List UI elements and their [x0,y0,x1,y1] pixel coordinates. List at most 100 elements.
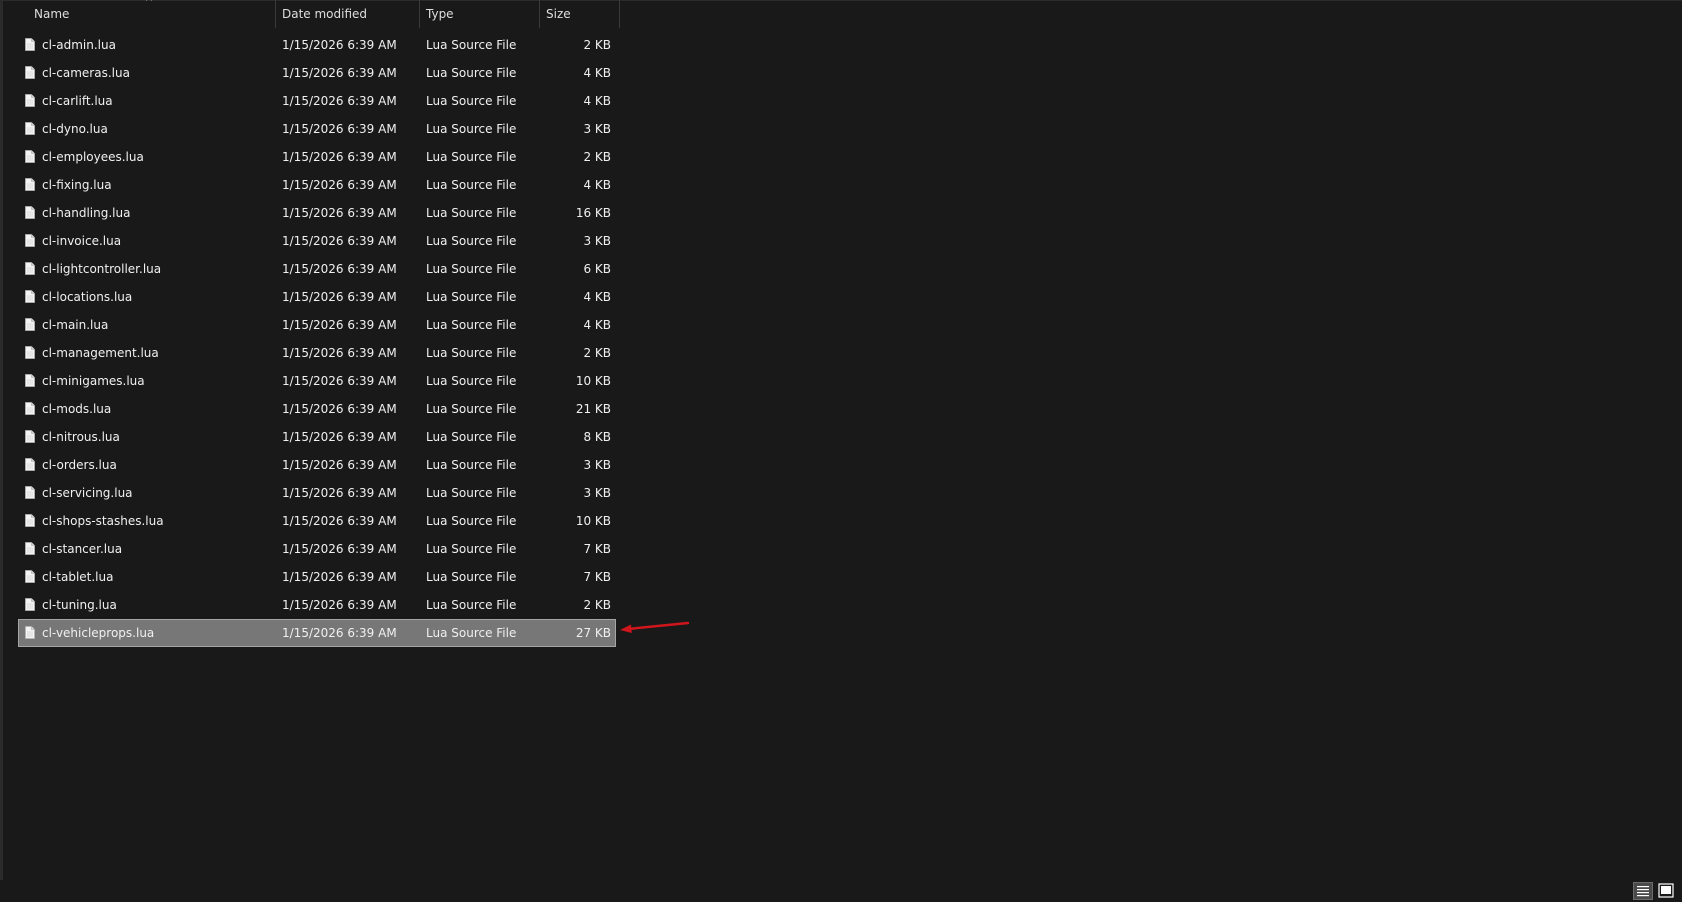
file-date-modified: 1/15/2026 6:39 AM [282,38,397,52]
file-size: 4 KB [583,178,611,192]
file-row[interactable]: cl-admin.lua 1/15/2026 6:39 AM Lua Source … [18,31,616,59]
file-name: cl-tuning.lua [42,598,117,612]
file-type: Lua Source File [426,94,517,108]
file-row[interactable]: cl-carlift.lua 1/15/2026 6:39 AM Lua Sourc… [18,87,616,115]
file-type: Lua Source File [426,542,517,556]
file-row[interactable]: cl-minigames.lua 1/15/2026 6:39 AM Lua Sou… [18,367,616,395]
file-row[interactable]: cl-lightcontroller.lua 1/15/2026 6:39 AM L… [18,255,616,283]
column-header-type[interactable]: Type [420,0,540,28]
file-size: 3 KB [583,234,611,248]
file-row[interactable]: cl-nitrous.lua 1/15/2026 6:39 AM Lua Sourc… [18,423,616,451]
file-size: 2 KB [583,38,611,52]
file-icon [25,402,35,415]
file-name: cl-nitrous.lua [42,430,120,444]
file-size: 4 KB [583,94,611,108]
file-icon [25,206,35,219]
details-view-button[interactable] [1633,882,1653,900]
file-row[interactable]: cl-locations.lua 1/15/2026 6:39 AM Lua Sou… [18,283,616,311]
file-icon [25,374,35,387]
file-size: 4 KB [583,318,611,332]
file-type: Lua Source File [426,430,517,444]
file-row[interactable]: cl-fixing.lua 1/15/2026 6:39 AM Lua Source… [18,171,616,199]
file-size: 10 KB [575,374,611,388]
file-row[interactable]: cl-cameras.lua 1/15/2026 6:39 AM Lua Sourc… [18,59,616,87]
file-size: 3 KB [583,458,611,472]
file-row[interactable]: cl-tablet.lua 1/15/2026 6:39 AM Lua Source… [18,563,616,591]
file-date-modified: 1/15/2026 6:39 AM [282,150,397,164]
file-icon [25,66,35,79]
file-size: 7 KB [583,542,611,556]
red-arrow-annotation [620,621,690,633]
tiles-view-icon [1658,883,1674,898]
file-size: 3 KB [583,486,611,500]
file-size: 6 KB [583,262,611,276]
column-header-size[interactable]: Size [540,0,620,28]
left-border [0,0,3,880]
file-row[interactable]: cl-handling.lua 1/15/2026 6:39 AM Lua Sour… [18,199,616,227]
file-name: cl-stancer.lua [42,542,123,556]
file-date-modified: 1/15/2026 6:39 AM [282,206,397,220]
file-row[interactable]: cl-vehicleprops.lua 1/15/2026 6:39 AM Lua … [18,619,616,647]
file-icon [25,290,35,303]
file-type: Lua Source File [426,262,517,276]
file-type: Lua Source File [426,598,517,612]
file-row[interactable]: cl-orders.lua 1/15/2026 6:39 AM Lua Source… [18,451,616,479]
file-type: Lua Source File [426,66,517,80]
file-row[interactable]: cl-main.lua 1/15/2026 6:39 AM Lua Source F… [18,311,616,339]
sort-ascending-icon: ^ [144,0,154,8]
file-row[interactable]: cl-tuning.lua 1/15/2026 6:39 AM Lua Source… [18,591,616,619]
file-row[interactable]: cl-dyno.lua 1/15/2026 6:39 AM Lua Source F… [18,115,616,143]
file-size: 3 KB [583,122,611,136]
file-date-modified: 1/15/2026 6:39 AM [282,626,397,640]
file-size: 27 KB [575,626,611,640]
file-icon [25,234,35,247]
file-date-modified: 1/15/2026 6:39 AM [282,486,397,500]
file-name: cl-cameras.lua [42,66,130,80]
file-size: 7 KB [583,570,611,584]
file-date-modified: 1/15/2026 6:39 AM [282,290,397,304]
file-name: cl-mods.lua [42,402,112,416]
file-size: 2 KB [583,598,611,612]
file-name: cl-tablet.lua [42,570,114,584]
file-type: Lua Source File [426,486,517,500]
file-size: 4 KB [583,66,611,80]
file-type: Lua Source File [426,458,517,472]
file-icon [25,150,35,163]
file-date-modified: 1/15/2026 6:39 AM [282,598,397,612]
file-name: cl-servicing.lua [42,486,133,500]
file-name: cl-main.lua [42,318,109,332]
file-row[interactable]: cl-employees.lua 1/15/2026 6:39 AM Lua Sou… [18,143,616,171]
file-icon [25,122,35,135]
file-row[interactable]: cl-invoice.lua 1/15/2026 6:39 AM Lua Sourc… [18,227,616,255]
file-size: 21 KB [575,402,611,416]
file-icon [25,486,35,499]
file-type: Lua Source File [426,290,517,304]
file-size: 2 KB [583,150,611,164]
file-icon [25,262,35,275]
file-size: 16 KB [575,206,611,220]
details-view-icon [1637,886,1649,897]
file-name: cl-invoice.lua [42,234,122,248]
large-icons-view-button[interactable] [1656,882,1676,900]
file-row[interactable]: cl-stancer.lua 1/15/2026 6:39 AM Lua Sourc… [18,535,616,563]
column-header-row: Name ^ Date modified Type Size [18,0,620,28]
file-type: Lua Source File [426,234,517,248]
status-bar [0,880,1682,902]
file-date-modified: 1/15/2026 6:39 AM [282,122,397,136]
file-row[interactable]: cl-shops-stashes.lua 1/15/2026 6:39 AM Lua… [18,507,616,535]
file-name: cl-employees.lua [42,150,144,164]
file-type: Lua Source File [426,318,517,332]
file-name: cl-handling.lua [42,206,131,220]
file-date-modified: 1/15/2026 6:39 AM [282,318,397,332]
file-icon [25,598,35,611]
file-date-modified: 1/15/2026 6:39 AM [282,542,397,556]
file-row[interactable]: cl-mods.lua 1/15/2026 6:39 AM Lua Source F… [18,395,616,423]
file-row[interactable]: cl-servicing.lua 1/15/2026 6:39 AM Lua Sou… [18,479,616,507]
column-header-date-modified[interactable]: Date modified [276,0,420,28]
file-name: cl-vehicleprops.lua [42,626,155,640]
file-type: Lua Source File [426,206,517,220]
file-name: cl-carlift.lua [42,94,113,108]
file-date-modified: 1/15/2026 6:39 AM [282,402,397,416]
file-icon [25,38,35,51]
file-row[interactable]: cl-management.lua 1/15/2026 6:39 AM Lua So… [18,339,616,367]
